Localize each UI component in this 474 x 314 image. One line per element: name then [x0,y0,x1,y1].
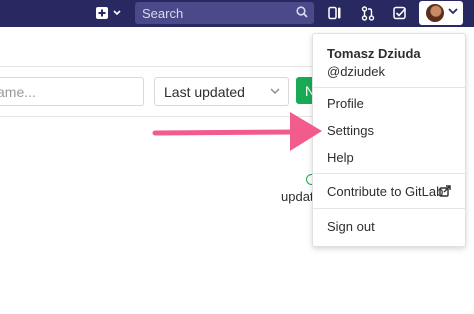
annotation-arrow [152,112,322,151]
